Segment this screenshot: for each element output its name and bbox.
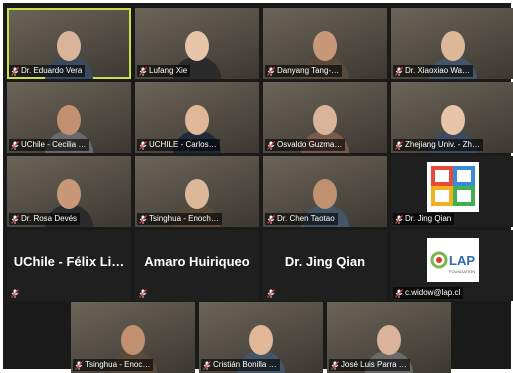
participant-name-tag <box>265 287 278 299</box>
participant-name: Dr. Xiaoxiao Wa… <box>405 66 471 75</box>
participant-name: Dr. Chen Taotao <box>277 214 335 223</box>
participant-name-tag: Tsinghua - Enoch… <box>137 213 222 225</box>
participant-name-tag <box>137 287 150 299</box>
participant-name-tag: Tsinghua - Enoc… <box>73 359 154 371</box>
participant-name: Lufang Xie <box>149 66 188 75</box>
muted-mic-icon <box>139 66 147 76</box>
participant-name-tag: Dr. Jing Qian <box>393 213 455 225</box>
participant-tile[interactable]: Dr. Xiaoxiao Wa… <box>391 8 513 79</box>
participant-display-name: UChile - Félix Li… <box>13 254 125 269</box>
participant-display-name: Amaro Huiriqueo <box>144 254 250 269</box>
participant-tile[interactable]: Danyang Tang-… <box>263 8 387 79</box>
participant-tile[interactable]: Lufang Xie <box>135 8 259 79</box>
participant-name-tag <box>9 287 22 299</box>
muted-mic-icon <box>11 140 19 150</box>
participant-tile[interactable]: UChile - Cecilia … <box>7 82 131 153</box>
participant-tile[interactable]: Dr. Chen Taotao <box>263 156 387 227</box>
muted-mic-icon <box>11 288 19 298</box>
muted-mic-icon <box>395 288 403 298</box>
participant-name-tag: UChile - Cecilia … <box>9 139 90 151</box>
participant-name-tag: Osvaldo Guzma… <box>265 139 346 151</box>
muted-mic-icon <box>331 360 339 370</box>
participant-name: Tsinghua - Enoch… <box>149 214 219 223</box>
participant-name-tag: Lufang Xie <box>137 65 191 77</box>
participant-name-tag: c.widow@lap.cl <box>393 287 464 299</box>
participant-name-tag: Dr. Xiaoxiao Wa… <box>393 65 474 77</box>
participant-name: Osvaldo Guzma… <box>277 140 343 149</box>
participant-name: Dr. Rosa Devés <box>21 214 78 223</box>
muted-mic-icon <box>267 66 275 76</box>
participant-name-tag: Zhejiang Univ. - Zh… <box>393 139 483 151</box>
participant-name: c.widow@lap.cl <box>405 288 461 297</box>
muted-mic-icon <box>11 214 19 224</box>
muted-mic-icon <box>139 140 147 150</box>
participant-name: José Luis Parra … <box>341 360 407 369</box>
svg-text:LAP: LAP <box>449 253 475 268</box>
lap-logo: LAP FOUNDATION <box>427 238 479 282</box>
participant-tile[interactable]: Dr. Jing Qian <box>263 230 387 301</box>
muted-mic-icon <box>75 360 83 370</box>
participant-tile[interactable]: Tsinghua - Enoch… <box>135 156 259 227</box>
muted-mic-icon <box>395 66 403 76</box>
muted-mic-icon <box>139 288 147 298</box>
svg-text:FOUNDATION: FOUNDATION <box>449 269 475 274</box>
participant-tile[interactable]: Tsinghua - Enoc… <box>71 302 195 373</box>
participant-name: Danyang Tang-… <box>277 66 340 75</box>
participant-tile[interactable]: Amaro Huiriqueo <box>135 230 259 301</box>
participant-tile[interactable]: Dr. Eduardo Vera <box>7 8 131 79</box>
participant-name: UCHILE - Carlos… <box>149 140 217 149</box>
muted-mic-icon <box>267 214 275 224</box>
participant-tile[interactable]: LAP FOUNDATION c.widow@lap.cl <box>391 230 513 301</box>
colorful-squares-logo <box>427 162 479 212</box>
participant-display-name: Dr. Jing Qian <box>284 254 366 269</box>
participant-name-tag: Cristián Bonilla … <box>201 359 280 371</box>
participant-name: UChile - Cecilia … <box>21 140 87 149</box>
participant-tile[interactable]: Zhejiang Univ. - Zh… <box>391 82 513 153</box>
muted-mic-icon <box>139 214 147 224</box>
participant-name: Cristián Bonilla … <box>213 360 277 369</box>
muted-mic-icon <box>267 288 275 298</box>
participant-name: Dr. Eduardo Vera <box>21 66 83 75</box>
participant-tile[interactable]: Dr. Rosa Devés <box>7 156 131 227</box>
participant-tile[interactable]: Cristián Bonilla … <box>199 302 323 373</box>
muted-mic-icon <box>267 140 275 150</box>
participant-tile[interactable]: UCHILE - Carlos… <box>135 82 259 153</box>
participant-name-tag: Dr. Eduardo Vera <box>9 65 86 77</box>
muted-mic-icon <box>203 360 211 370</box>
muted-mic-icon <box>395 214 403 224</box>
participant-name-tag: José Luis Parra … <box>329 359 410 371</box>
participant-tile[interactable]: Dr. Jing Qian <box>391 156 513 227</box>
participant-name-tag: UCHILE - Carlos… <box>137 139 220 151</box>
participant-tile[interactable]: Osvaldo Guzma… <box>263 82 387 153</box>
muted-mic-icon <box>395 140 403 150</box>
participant-name: Dr. Jing Qian <box>405 214 452 223</box>
participant-name-tag: Danyang Tang-… <box>265 65 343 77</box>
participant-name-tag: Dr. Chen Taotao <box>265 213 338 225</box>
video-grid: Dr. Eduardo Vera Lufang Xie Danyang Tang-…… <box>3 3 513 373</box>
participant-tile[interactable]: UChile - Félix Li… <box>7 230 131 301</box>
participant-name: Zhejiang Univ. - Zh… <box>405 140 480 149</box>
muted-mic-icon <box>11 66 19 76</box>
participant-tile[interactable]: José Luis Parra … <box>327 302 451 373</box>
participant-name: Tsinghua - Enoc… <box>85 360 151 369</box>
participant-name-tag: Dr. Rosa Devés <box>9 213 81 225</box>
